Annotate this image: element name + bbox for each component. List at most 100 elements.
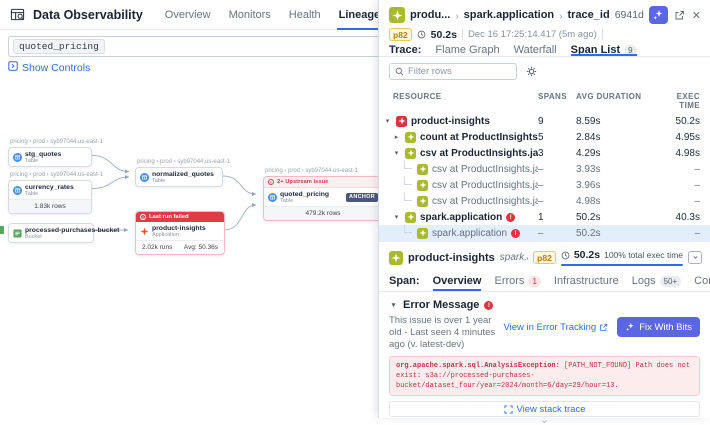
fix-with-bits-button[interactable]: Fix With Bits [617,317,700,337]
span-detail-panel: product-insights spark.applic... ! spark… [379,241,710,425]
span-detail-tabs: Span: OverviewErrors1InfrastructureLogs5… [379,271,710,292]
search-filter-tag[interactable]: quoted_pricing [13,39,105,54]
chevron-right-icon [559,6,562,24]
latency-percentile-badge: p82 [533,251,556,264]
table-icon [13,186,22,195]
node-env-label: pricing › prod › syb97044.us-east-1 [265,168,358,174]
tab-label: Infrastructure [554,275,619,287]
nav-tab-monitors[interactable]: Monitors [227,0,273,30]
node-quoted-pricing[interactable]: pricing › prod › syb97044.us-east-1 ! 2+… [263,176,383,221]
span-tab-overview[interactable]: Overview [433,271,482,291]
breadcrumb-operation[interactable]: spark.application [464,9,554,21]
span-row[interactable]: ▾spark.application!150.2s40.3s [379,209,710,225]
bucket-icon [13,229,22,238]
page-title: Data Observability [33,8,143,22]
resource-name: spark.application [432,228,507,239]
clock-icon [561,251,570,260]
trace-view-tab-flame-graph[interactable]: Flame Graph [435,44,499,56]
resource-name: csv at ProductInsights.java:50 [432,196,538,207]
clipped-bucket-node [0,226,4,234]
exception-class: org.apache.spark.sql.AnalysisException: [396,362,560,370]
sparkle-icon [625,322,635,332]
node-title: stg_quotes [25,151,61,158]
row-avg-duration: 50.2s [576,228,654,239]
row-exec-time: – [654,164,700,175]
nav-tab-overview[interactable]: Overview [163,0,213,30]
open-full-page-icon[interactable] [673,10,686,21]
column-header-resource: RESOURCE [383,92,538,110]
expand-icon [504,405,513,414]
collapse-panel-icon[interactable] [688,251,702,264]
node-avg-duration: Avg: 50.36s [184,244,218,251]
row-spans: 3 [538,148,576,159]
resource-name: product-insights [411,116,490,127]
table-icon [13,153,22,162]
node-env-label: pricing › prod › syb97044.us-east-1 [10,139,103,145]
bits-ai-button[interactable] [649,6,668,24]
span-row[interactable]: csv at ProductInsights.java:50–3.96s– [379,177,710,193]
node-type: Bucket [25,234,119,240]
settings-gear-icon[interactable] [526,66,537,77]
chevron-down-icon[interactable]: ▾ [392,213,401,221]
trace-breadcrumb: produ... spark.application trace_id 6941… [379,0,710,24]
spark-icon [405,148,416,159]
breadcrumb-service[interactable]: produ... [410,9,450,21]
span-row[interactable]: ▸count at ProductInsights.java:5152.84s4… [379,129,710,145]
spark-icon [405,212,416,223]
chevron-down-icon[interactable]: ▾ [392,149,401,157]
view-in-error-tracking-link[interactable]: View in Error Tracking [503,322,608,333]
error-message-section-header[interactable]: ▾ Error Message ! [379,292,710,313]
row-resource: csv at ProductInsights.java:50 [401,180,538,191]
show-controls-button[interactable]: Show Controls [8,61,90,74]
trace-view-tab-waterfall[interactable]: Waterfall [514,44,557,56]
spark-icon [417,164,428,175]
tab-label: Configuration [694,275,710,287]
row-spans: 1 [538,212,576,223]
node-processed-purchases-bucket[interactable]: processed-purchases-bucket Bucket [8,223,94,243]
resource-name: count at ProductInsights.java:51 [420,132,538,143]
span-row[interactable]: ▾product-insights98.59s50.2s [379,113,710,129]
row-spans: 5 [538,132,576,143]
tab-count-badge: 50+ [660,276,682,287]
span-service-name: product-insights [408,252,495,264]
column-header-spans: SPANS [538,92,576,110]
trace-view-tab-span-list[interactable]: Span List9 [571,44,637,56]
span-tab-logs[interactable]: Logs50+ [632,271,681,291]
span-row[interactable]: spark.application!–50.2s– [379,225,710,241]
spark-icon [405,132,416,143]
span-tab-configuration[interactable]: Configuration [694,271,710,291]
resource-name: csv at ProductInsights.java:50 [420,148,538,159]
row-exec-time: – [654,228,700,239]
panel-resize-handle[interactable] [379,417,710,425]
row-resource: ▾ product-insights [383,116,538,127]
span-row[interactable]: csv at ProductInsights.java:50–4.98s– [379,193,710,209]
clock-icon [417,30,426,39]
trace-side-panel: produ... spark.application trace_id 6941… [378,0,710,418]
node-currency-rates[interactable]: pricing › prod › syb97044.us-east-1 curr… [8,180,92,214]
spark-icon [417,228,428,239]
node-normalized-quotes[interactable]: pricing › prod › syb97044.us-east-1 norm… [135,167,223,187]
node-stg-quotes[interactable]: pricing › prod › syb97044.us-east-1 stg_… [8,147,92,167]
view-stack-trace-button[interactable]: View stack trace [389,401,700,417]
chevron-down-icon[interactable]: ▾ [383,117,392,125]
span-row[interactable]: csv at ProductInsights.java:50–3.93s– [379,161,710,177]
nav-tab-health[interactable]: Health [287,0,323,30]
trace-view-tabs: Trace: Flame GraphWaterfallSpan List9 [379,41,710,57]
divider [602,29,603,40]
exec-time-note: 100% total exec time [604,250,683,260]
chevron-right-icon[interactable]: ▸ [392,133,401,141]
span-row[interactable]: ▾csv at ProductInsights.java:5034.29s4.9… [379,145,710,161]
close-icon[interactable]: ✕ [691,9,702,22]
node-env-label: pricing › prod › syb97044.us-east-1 [137,159,230,165]
nav-tab-lineage[interactable]: Lineage [337,0,383,30]
tab-count-badge: 9 [624,45,636,56]
span-tab-errors[interactable]: Errors1 [494,271,540,291]
span-tab-infrastructure[interactable]: Infrastructure [554,271,619,291]
exec-time-summary: 50.2s 100% total exec time [561,249,683,266]
row-spans: – [538,180,576,191]
filter-rows-input[interactable]: Filter rows [389,63,517,80]
row-exec-time: 4.98s [654,148,700,159]
tab-label: Errors [494,275,524,287]
spark-service-icon [389,251,403,265]
node-product-insights[interactable]: ! Last run failed product-insights Appli… [135,211,225,255]
